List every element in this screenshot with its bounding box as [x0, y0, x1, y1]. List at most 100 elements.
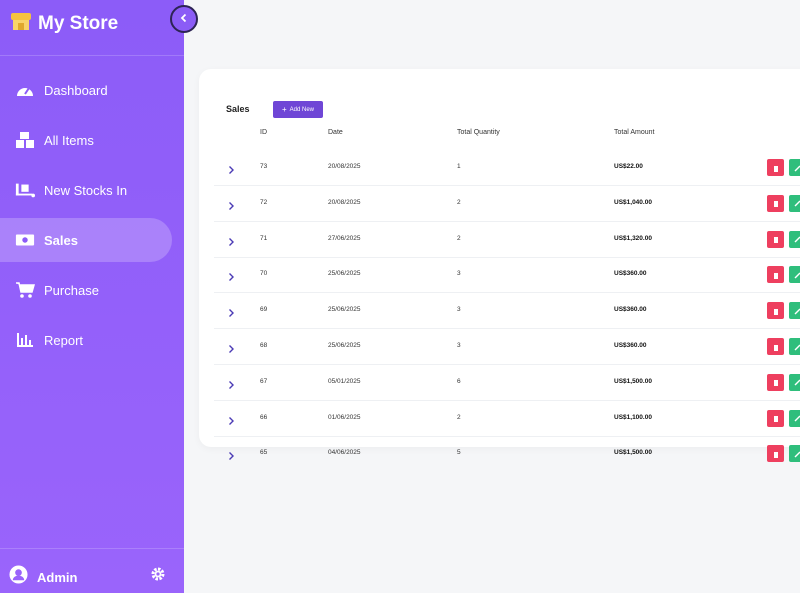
pencil-icon: [794, 194, 800, 212]
nav-item-report[interactable]: Report: [0, 318, 172, 362]
cell-date: 25/06/2025: [328, 270, 361, 278]
nav-item-sales[interactable]: Sales: [0, 218, 172, 262]
cell-amount: US$1,500.00: [614, 449, 652, 457]
delete-button[interactable]: [767, 266, 784, 284]
edit-button[interactable]: [789, 302, 800, 320]
brand[interactable]: My Store: [10, 10, 118, 38]
nav-item-all-items[interactable]: All Items: [0, 118, 172, 162]
cell-id: 65: [260, 449, 268, 457]
edit-button[interactable]: [789, 194, 800, 212]
delete-button[interactable]: [767, 159, 784, 176]
pencil-icon: [794, 373, 800, 391]
table-row[interactable]: 72 20/08/2025 2 US$1,040.00: [214, 186, 800, 222]
page-title: Sales: [226, 104, 250, 114]
edit-button[interactable]: [789, 338, 800, 355]
pencil-icon: [794, 159, 800, 177]
delete-button[interactable]: [767, 302, 784, 320]
user-profile[interactable]: Admin: [9, 565, 77, 589]
chevron-right-icon[interactable]: [226, 198, 236, 210]
delete-button[interactable]: [767, 373, 784, 391]
trash-icon: [773, 302, 779, 320]
nav-label: Report: [44, 332, 84, 348]
gear-icon[interactable]: [150, 566, 166, 587]
divider: [0, 55, 184, 56]
trash-icon: [773, 194, 779, 212]
cell-quantity: 5: [457, 449, 461, 457]
chevron-right-icon[interactable]: [226, 448, 236, 461]
nav-item-new-stocks-in[interactable]: New Stocks In: [0, 168, 172, 212]
cell-date: 01/06/2025: [328, 413, 361, 421]
add-new-label: Add New: [289, 106, 315, 113]
cell-quantity: 6: [457, 377, 461, 385]
column-header-total-amount: Total Amount: [614, 129, 655, 136]
column-header-total-quantity: Total Quantity: [457, 129, 500, 136]
cell-id: 69: [260, 306, 268, 314]
add-new-button[interactable]: + Add New: [273, 101, 323, 118]
cell-id: 71: [260, 234, 268, 242]
cell-id: 67: [260, 377, 268, 385]
cell-id: 70: [260, 270, 268, 278]
edit-button[interactable]: [789, 230, 800, 248]
table-row[interactable]: 66 01/06/2025 2 US$1,100.00: [214, 401, 800, 437]
chevron-right-icon[interactable]: [226, 269, 236, 282]
pencil-icon: [794, 230, 800, 248]
delete-button[interactable]: [767, 338, 784, 355]
column-header-id: ID: [260, 129, 267, 136]
delete-button[interactable]: [767, 230, 784, 248]
chevron-right-icon[interactable]: [226, 162, 236, 174]
chevron-right-icon[interactable]: [226, 341, 236, 353]
cell-id: 66: [260, 413, 268, 421]
speedometer-icon: [15, 80, 35, 100]
table-row[interactable]: 71 27/06/2025 2 US$1,320.00: [214, 222, 800, 258]
cell-quantity: 2: [457, 413, 461, 421]
nav-label: Sales: [44, 232, 78, 248]
edit-button[interactable]: [789, 445, 800, 463]
edit-button[interactable]: [789, 266, 800, 284]
user-circle-icon: [9, 565, 28, 589]
boxes-icon: [15, 130, 35, 150]
chevron-right-icon[interactable]: [226, 413, 236, 425]
table-row[interactable]: 69 25/06/2025 3 US$360.00: [214, 293, 800, 330]
trash-icon: [773, 409, 779, 427]
cell-id: 72: [260, 198, 268, 206]
edit-button[interactable]: [789, 159, 800, 176]
table-row[interactable]: 70 25/06/2025 3 US$360.00: [214, 257, 800, 294]
sidebar-collapse-button[interactable]: [170, 5, 198, 33]
cell-quantity: 2: [457, 198, 461, 206]
cell-amount: US$360.00: [614, 306, 647, 314]
cell-amount: US$360.00: [614, 342, 647, 349]
nav-item-purchase[interactable]: Purchase: [0, 268, 172, 312]
delete-button[interactable]: [767, 445, 784, 463]
user-name: Admin: [37, 569, 78, 585]
money-bill-icon: [15, 230, 35, 250]
cell-amount: US$1,500.00: [614, 377, 652, 385]
chevron-right-icon[interactable]: [226, 377, 236, 389]
edit-button[interactable]: [789, 409, 800, 427]
chevron-right-icon[interactable]: [226, 305, 236, 318]
cell-quantity: 2: [457, 234, 461, 242]
nav-label: All Items: [44, 132, 94, 148]
bar-chart-icon: [15, 330, 35, 350]
table-row[interactable]: 68 25/06/2025 3 US$360.00: [214, 329, 800, 365]
delete-button[interactable]: [767, 194, 784, 212]
brand-name: My Store: [38, 13, 119, 34]
chevron-right-icon[interactable]: [226, 234, 236, 246]
table-row[interactable]: 65 04/06/2025 5 US$1,500.00: [214, 436, 800, 472]
cell-date: 25/06/2025: [328, 342, 361, 349]
cell-date: 27/06/2025: [328, 234, 361, 242]
truck-loading-icon: [15, 180, 35, 200]
store-icon: [10, 12, 32, 37]
cell-amount: US$1,040.00: [614, 198, 652, 206]
cell-id: 68: [260, 342, 268, 349]
pencil-icon: [794, 445, 800, 463]
cell-date: 20/08/2025: [328, 163, 361, 170]
cell-amount: US$1,320.00: [614, 234, 652, 242]
cell-quantity: 3: [457, 306, 461, 314]
delete-button[interactable]: [767, 409, 784, 427]
trash-icon: [773, 445, 779, 463]
table-row[interactable]: 73 20/08/2025 1 US$22.00: [214, 150, 800, 186]
edit-button[interactable]: [789, 373, 800, 391]
table-row[interactable]: 67 05/01/2025 6 US$1,500.00: [214, 365, 800, 401]
nav-item-dashboard[interactable]: Dashboard: [0, 68, 172, 112]
pencil-icon: [794, 338, 800, 356]
